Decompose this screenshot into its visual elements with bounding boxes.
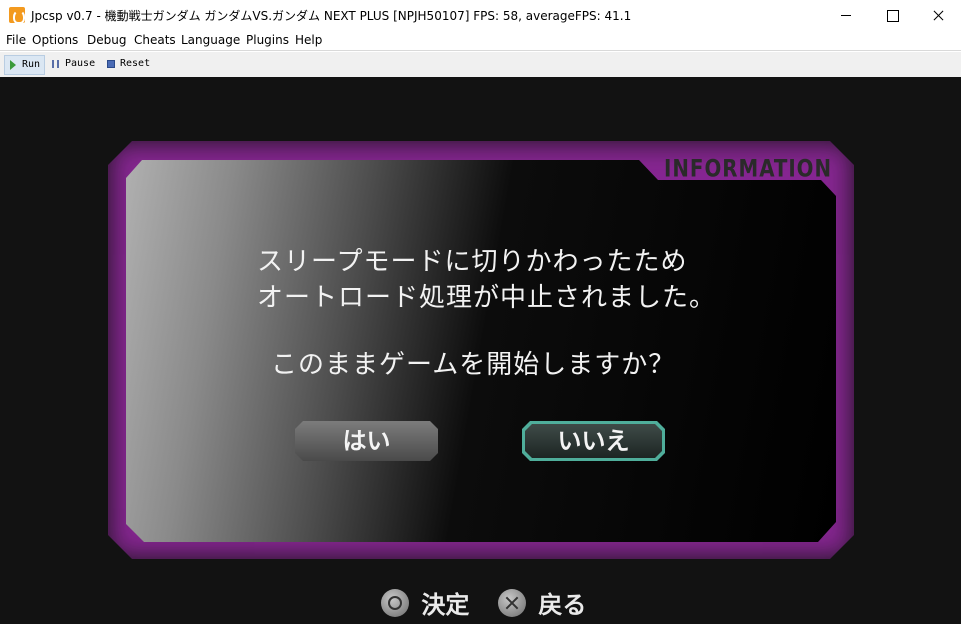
menu-help[interactable]: Help bbox=[295, 33, 322, 47]
pause-button[interactable]: Pause bbox=[48, 55, 100, 75]
pause-label: Pause bbox=[65, 58, 96, 69]
app-icon bbox=[9, 7, 25, 24]
run-label: Run bbox=[22, 59, 41, 70]
yes-label: はい bbox=[342, 427, 391, 455]
play-icon bbox=[10, 60, 16, 70]
message-line-2: オートロード処理が中止されました。 bbox=[257, 283, 717, 313]
menu-cheats[interactable]: Cheats bbox=[134, 33, 176, 47]
reset-label: Reset bbox=[120, 58, 151, 69]
reset-button[interactable]: Reset bbox=[103, 55, 155, 75]
menu-options[interactable]: Options bbox=[32, 33, 78, 47]
cross-button-icon bbox=[498, 588, 526, 617]
menu-language[interactable]: Language bbox=[181, 33, 240, 47]
information-label: INFORMATION bbox=[664, 155, 833, 184]
reset-icon bbox=[107, 60, 115, 68]
run-button[interactable]: Run bbox=[4, 55, 45, 75]
question-text: このままゲームを開始しますか？ bbox=[271, 350, 676, 380]
toolbar: Run Pause Reset bbox=[0, 52, 961, 77]
confirm-hint-label: 決定 bbox=[421, 591, 470, 619]
no-button-inner: いいえ bbox=[525, 424, 662, 458]
window-title: Jpcsp v0.7 - 機動戦士ガンダム ガンダムVS.ガンダム NEXT P… bbox=[31, 9, 632, 23]
circle-button-icon bbox=[381, 588, 409, 617]
confirm-hint: 決定 bbox=[381, 585, 469, 619]
menu-file[interactable]: File bbox=[6, 33, 26, 47]
no-label: いいえ bbox=[557, 427, 630, 455]
title-bar: Jpcsp v0.7 - 機動戦士ガンダム ガンダムVS.ガンダム NEXT P… bbox=[0, 0, 961, 31]
message-line-1: スリープモードに切りかわったため bbox=[257, 247, 688, 277]
yes-button[interactable]: はい bbox=[295, 421, 438, 461]
no-button[interactable]: いいえ bbox=[522, 421, 665, 461]
menu-plugins[interactable]: Plugins bbox=[246, 33, 289, 47]
minimize-button[interactable] bbox=[823, 0, 869, 31]
back-hint-label: 戻る bbox=[538, 591, 587, 619]
menu-bar: File Options Debug Cheats Language Plugi… bbox=[0, 31, 961, 51]
pause-icon bbox=[52, 60, 59, 68]
menu-debug[interactable]: Debug bbox=[87, 33, 126, 47]
close-button[interactable] bbox=[915, 0, 961, 31]
back-hint: 戻る bbox=[498, 585, 586, 619]
game-screen[interactable]: INFORMATION スリープモードに切りかわったため オートロード処理が中止… bbox=[0, 77, 961, 624]
maximize-button[interactable] bbox=[869, 0, 915, 31]
